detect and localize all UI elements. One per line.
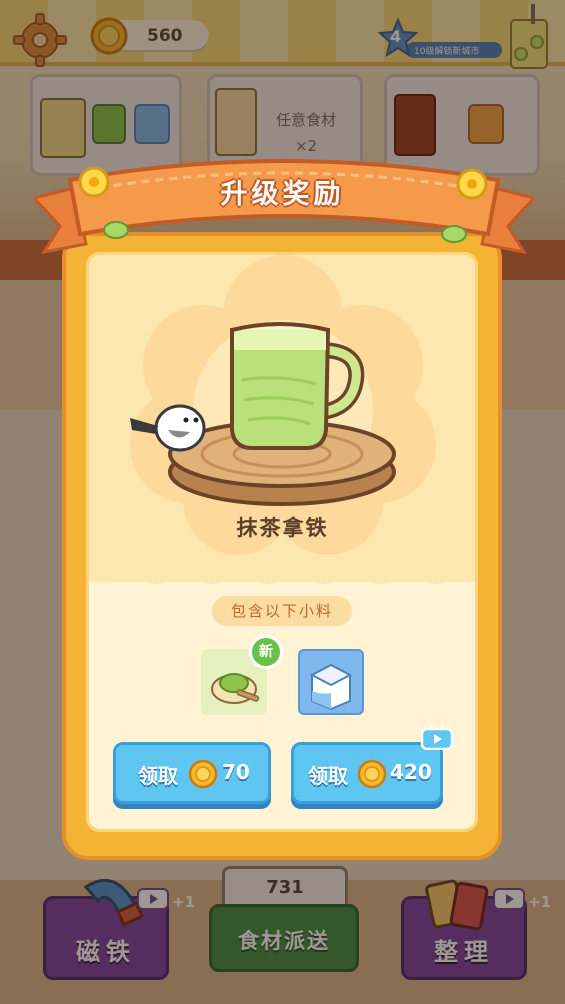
claim-label: 领取 [308,764,348,788]
claim-button[interactable]: 领取 70 [113,742,271,804]
claim-amount: 420 [390,760,432,784]
video-ad-icon [420,724,454,750]
milk-carton-icon [309,663,353,711]
new-badge: 新 [249,635,283,669]
coin-icon [188,759,218,789]
coin-icon [357,759,387,789]
claim-amount: 70 [222,760,250,784]
matcha-latte-icon [130,322,396,506]
item-name: 抹茶拿铁 [236,516,329,540]
claim-label: 领取 [138,764,178,788]
claim-with-video-button[interactable]: 领取 420 [291,742,443,804]
popup-title: 升级奖励 [220,179,345,210]
ingredient-tile-milk[interactable] [298,649,364,715]
toppings-subtitle: 包含以下小料 [212,596,352,626]
